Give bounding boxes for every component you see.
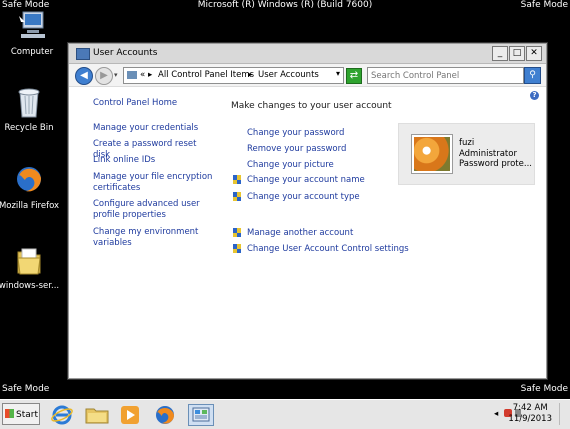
change-password-link[interactable]: Change your password	[247, 128, 344, 138]
user-password-status: Password prote...	[459, 159, 532, 169]
forward-button[interactable]: ▶	[95, 67, 113, 85]
start-label: Start	[16, 410, 38, 420]
avatar	[411, 134, 453, 174]
change-uac-settings-link[interactable]: Change User Account Control settings	[247, 244, 409, 254]
change-account-name-link[interactable]: Change your account name	[247, 175, 365, 185]
show-hidden-icons-chevron-icon[interactable]: ◂	[494, 409, 502, 419]
control-panel-icon	[192, 407, 210, 422]
uac-shield-icon	[233, 192, 241, 202]
folder-icon	[14, 244, 44, 278]
desktop-icon-label: windows-ser...	[0, 281, 60, 291]
user-picture-flower-icon	[414, 137, 450, 171]
uac-shield-icon	[233, 228, 241, 238]
computer-icon	[17, 10, 47, 44]
search-icon[interactable]: ⚲	[524, 67, 541, 84]
windows-flag-icon	[5, 409, 14, 418]
user-name: fuzi	[459, 138, 475, 148]
user-info: fuzi Administrator Password prote...	[459, 138, 532, 170]
recycle-bin-icon	[14, 86, 44, 120]
recent-pages-dropdown[interactable]: ▾	[114, 71, 118, 79]
breadcrumb-all-control-panel-items[interactable]: All Control Panel Items	[158, 70, 254, 80]
windows-explorer-taskbar-button[interactable]	[84, 404, 110, 426]
desktop-icon-label: Mozilla Firefox	[0, 201, 60, 211]
clock[interactable]: 7:42 AM 11/9/2013	[508, 403, 552, 425]
user-account-card: fuzi Administrator Password prote...	[398, 123, 535, 185]
link-online-ids-link[interactable]: Link online IDs	[93, 155, 213, 166]
taskbar: Start ◂ 7:42 AM 11/9/2013	[0, 399, 570, 429]
safe-mode-label-top-right: Safe Mode	[520, 0, 568, 10]
manage-file-encryption-certificates-link[interactable]: Manage your file encryption certificates	[93, 172, 213, 194]
desktop-icon-computer[interactable]: Computer	[0, 10, 64, 57]
main-content-pane: Make changes to your user account	[231, 101, 531, 111]
firefox-icon	[14, 164, 44, 198]
clock-date: 11/9/2013	[508, 414, 552, 424]
control-panel-icon	[76, 48, 90, 60]
desktop-icon-recycle-bin[interactable]: Recycle Bin	[0, 86, 61, 133]
address-chevron[interactable]: «	[140, 70, 145, 80]
control-panel-home-link[interactable]: Control Panel Home	[93, 98, 177, 109]
page-heading: Make changes to your user account	[231, 101, 392, 111]
control-panel-taskbar-button[interactable]	[188, 404, 214, 426]
media-player-icon	[121, 406, 139, 424]
user-accounts-window: User Accounts _ □ ✕ ◀ ▶ ▾ « ▸ All Contro…	[68, 43, 547, 379]
clock-time: 7:42 AM	[512, 403, 548, 413]
desktop-icon-windows-server-folder[interactable]: windows-ser...	[0, 244, 61, 291]
safe-mode-label-bottom-left: Safe Mode	[2, 384, 50, 394]
address-bar[interactable]: « ▸ All Control Panel Items ▸ User Accou…	[123, 67, 344, 84]
user-role: Administrator	[459, 148, 517, 159]
window-titlebar[interactable]: User Accounts _ □ ✕	[69, 44, 546, 64]
navigation-bar: ◀ ▶ ▾ « ▸ All Control Panel Items ▸ User…	[69, 64, 546, 87]
minimize-button[interactable]: _	[492, 46, 508, 61]
uac-shield-icon	[233, 244, 241, 254]
search-input[interactable]	[368, 68, 514, 83]
desktop-icon-firefox[interactable]: Mozilla Firefox	[0, 164, 61, 211]
search-box[interactable]	[367, 67, 524, 84]
uac-shield-icon	[233, 175, 241, 185]
system-tray: ◂ 7:42 AM 11/9/2013	[494, 400, 570, 429]
internet-explorer-taskbar-button[interactable]	[50, 404, 76, 426]
change-picture-link[interactable]: Change your picture	[247, 160, 334, 170]
change-account-type-link[interactable]: Change your account type	[247, 192, 360, 202]
desktop-icon-label: Recycle Bin	[4, 123, 54, 133]
help-icon[interactable]: ?	[530, 91, 539, 100]
start-button[interactable]: Start	[2, 403, 40, 425]
show-desktop-button[interactable]	[559, 403, 568, 425]
refresh-button[interactable]: ⇄	[346, 68, 362, 84]
media-player-taskbar-button[interactable]	[118, 404, 144, 426]
internet-explorer-icon	[51, 405, 73, 425]
back-button[interactable]: ◀	[75, 67, 93, 85]
remove-password-link[interactable]: Remove your password	[247, 144, 346, 154]
windows-explorer-icon	[85, 408, 109, 424]
firefox-icon	[156, 406, 174, 424]
change-environment-variables-link[interactable]: Change my environment variables	[93, 227, 203, 249]
control-panel-icon	[127, 71, 137, 79]
safe-mode-label-bottom-right: Safe Mode	[520, 384, 568, 394]
breadcrumb-user-accounts[interactable]: User Accounts	[258, 70, 319, 80]
maximize-button[interactable]: □	[509, 46, 525, 61]
desktop-icon-label: Computer	[10, 47, 54, 57]
os-build-banner: Microsoft (R) Windows (R) (Build 7600)	[197, 0, 373, 10]
window-title: User Accounts	[93, 48, 158, 58]
address-dropdown-arrow[interactable]: ▾	[336, 69, 340, 78]
configure-advanced-user-profile-link[interactable]: Configure advanced user profile properti…	[93, 199, 203, 221]
breadcrumb-separator[interactable]: ▸	[248, 70, 252, 80]
firefox-taskbar-button[interactable]	[153, 404, 179, 426]
manage-another-account-link[interactable]: Manage another account	[247, 228, 353, 238]
breadcrumb-separator[interactable]: ▸	[148, 70, 152, 80]
manage-credentials-link[interactable]: Manage your credentials	[93, 123, 213, 134]
close-button[interactable]: ✕	[526, 46, 542, 61]
